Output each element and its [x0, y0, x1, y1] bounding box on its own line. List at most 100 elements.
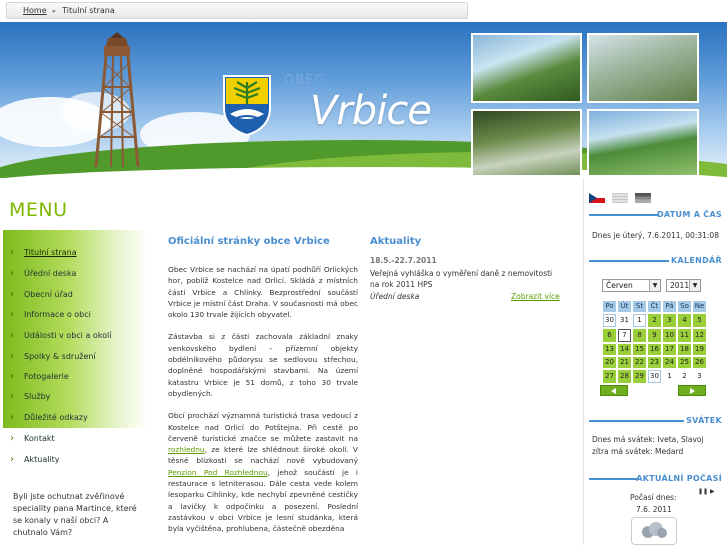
header-photo-statue — [587, 33, 699, 103]
header-photo-chapel — [471, 33, 582, 103]
calendar-day[interactable]: 19 — [693, 344, 706, 355]
calendar-day[interactable]: 3 — [663, 314, 676, 327]
calendar-day[interactable]: 12 — [693, 329, 706, 342]
calendar-weekday-row: Po Út St Čt Pá So Ne — [603, 301, 706, 312]
calendar-day[interactable]: 27 — [603, 370, 616, 383]
menu-item-sluzby[interactable]: Služby — [3, 387, 148, 407]
menu-item-informace-o-obci[interactable]: Informace o obci — [3, 305, 148, 325]
chevron-down-icon: ▼ — [689, 280, 700, 291]
menu-item-udalosti[interactable]: Události v obci a okolí — [3, 326, 148, 346]
language-switcher — [589, 188, 653, 207]
weekday-tue: Út — [618, 301, 631, 312]
section-divider — [589, 478, 639, 480]
intro-paragraph: Obec Vrbice se nachází na úpatí podhůří … — [168, 265, 358, 320]
menu-item-uredni-deska[interactable]: Úřední deska — [3, 264, 148, 284]
top-bar: Home ▸ Titulní strana — [0, 0, 727, 22]
next-month-button[interactable] — [678, 385, 706, 396]
weekday-thu: Čt — [648, 301, 661, 312]
breadcrumb-current: Titulní strana — [62, 6, 115, 15]
calendar-day[interactable]: 30 — [603, 314, 616, 327]
calendar-day[interactable]: 2 — [678, 370, 691, 383]
menu-item-kontakt[interactable]: Kontakt — [3, 429, 148, 449]
menu-item-aktuality[interactable]: Aktuality — [3, 450, 148, 470]
calendar-week-row: 27 28 29 30 1 2 3 — [603, 370, 706, 383]
calendar-day-today[interactable]: 7 — [618, 329, 631, 342]
calendar-day[interactable]: 17 — [663, 344, 676, 355]
year-select-value: 2011 — [670, 281, 690, 290]
menu-item-dulezite-odkazy[interactable]: Důležité odkazy — [3, 408, 148, 428]
calendar-grid: Po Út St Čt Pá So Ne 30 31 1 2 3 4 5 6 7… — [601, 299, 708, 385]
czech-flag-icon[interactable] — [589, 193, 605, 203]
lookout-tower-illustration — [94, 32, 140, 167]
calendar-day[interactable]: 13 — [603, 344, 616, 355]
calendar-day[interactable]: 16 — [648, 344, 661, 355]
month-select[interactable]: Červen ▼ — [602, 279, 661, 292]
calendar-day[interactable]: 11 — [678, 329, 691, 342]
calendar-day[interactable]: 8 — [633, 329, 646, 342]
main-menu: Titulní strana Úřední deska Obecní úřad … — [3, 231, 148, 470]
section-divider — [589, 420, 684, 422]
calendar-week-row: 20 21 22 23 24 25 26 — [603, 357, 706, 368]
weather-pause-icon[interactable]: ❚❚ ▶ — [698, 488, 715, 495]
calendar-day[interactable]: 31 — [618, 314, 631, 327]
menu-item-titulni-strana[interactable]: Titulní strana — [3, 243, 148, 263]
calendar-week-row: 6 7 8 9 10 11 12 — [603, 329, 706, 342]
weekday-wed: St — [633, 301, 646, 312]
english-flag-icon[interactable] — [612, 193, 629, 203]
menu-item-obecni-urad[interactable]: Obecní úřad — [3, 285, 148, 305]
year-select[interactable]: 2011 ▼ — [666, 279, 701, 292]
calendar-day[interactable]: 24 — [663, 357, 676, 368]
weather-icon-box — [631, 517, 677, 545]
buildings-paragraph: Zástavba si z části zachovala základní z… — [168, 332, 358, 398]
calendar-day[interactable]: 6 — [603, 329, 616, 342]
calendar-day[interactable]: 2 — [648, 314, 661, 327]
news-date: 18.5.-22.7.2011 — [370, 256, 437, 265]
calendar-day[interactable]: 4 — [678, 314, 691, 327]
calendar-day[interactable]: 1 — [633, 314, 646, 327]
calendar-day[interactable]: 20 — [603, 357, 616, 368]
calendar-heading: KALENDÁŘ — [670, 256, 722, 265]
calendar-day[interactable]: 29 — [633, 370, 646, 383]
calendar-day[interactable]: 15 — [633, 344, 646, 355]
calendar-day[interactable]: 23 — [648, 357, 661, 368]
calendar-day[interactable]: 25 — [678, 357, 691, 368]
right-sidebar: DATUM A ČAS Dnes je úterý, 7.6.2011, 00:… — [583, 178, 727, 545]
weekday-mon: Po — [603, 301, 616, 312]
breadcrumb-home-link[interactable]: Home — [23, 6, 47, 15]
weekday-sun: Ne — [693, 301, 706, 312]
penzion-link[interactable]: Penzion Pod Rozhlednou — [168, 468, 268, 477]
menu-item-fotogalerie[interactable]: Fotogalerie — [3, 367, 148, 387]
month-select-value: Červen — [606, 281, 633, 290]
calendar-day[interactable]: 1 — [663, 370, 676, 383]
news-column: Aktuality 18.5.-22.7.2011 Veřejná vyhláš… — [370, 236, 560, 304]
page-title: Oficiální stránky obce Vrbice — [168, 236, 330, 247]
lookout-tower-link[interactable]: rozhlednu — [168, 445, 205, 454]
menu-item-spolky[interactable]: Spolky & sdružení — [3, 347, 148, 367]
calendar-day[interactable]: 21 — [618, 357, 631, 368]
calendar-week-row: 13 14 15 16 17 18 19 — [603, 344, 706, 355]
weekday-fri: Pá — [663, 301, 676, 312]
german-flag-icon[interactable] — [635, 193, 652, 203]
main-content: Oficiální stránky obce Vrbice Obec Vrbic… — [168, 236, 358, 535]
news-text: Veřejná vyhláška o vyměření daně z nemov… — [370, 269, 553, 289]
header-photo-gazebo — [471, 109, 582, 177]
news-footer: Úřední deska Zobrazit více — [370, 292, 560, 304]
breadcrumb-separator-icon: ▸ — [52, 7, 57, 15]
calendar-day[interactable]: 14 — [618, 344, 631, 355]
calendar-day[interactable]: 18 — [678, 344, 691, 355]
calendar-day[interactable]: 5 — [693, 314, 706, 327]
chevron-down-icon: ▼ — [649, 280, 660, 291]
previous-month-button[interactable] — [600, 385, 628, 396]
calendar-day[interactable]: 3 — [693, 370, 706, 383]
calendar-day[interactable]: 10 — [663, 329, 676, 342]
calendar-week-row: 30 31 1 2 3 4 5 — [603, 314, 706, 327]
calendar-day[interactable]: 26 — [693, 357, 706, 368]
calendar-day[interactable]: 22 — [633, 357, 646, 368]
news-title: Aktuality — [370, 236, 422, 247]
show-more-link[interactable]: Zobrazit více — [511, 292, 560, 301]
cloud-rain-icon — [642, 522, 667, 538]
promo-text: Byli jste ochutnat zvěřinové speciality … — [13, 492, 137, 537]
calendar-day[interactable]: 9 — [648, 329, 661, 342]
calendar-day[interactable]: 30 — [648, 370, 661, 383]
calendar-day[interactable]: 28 — [618, 370, 631, 383]
